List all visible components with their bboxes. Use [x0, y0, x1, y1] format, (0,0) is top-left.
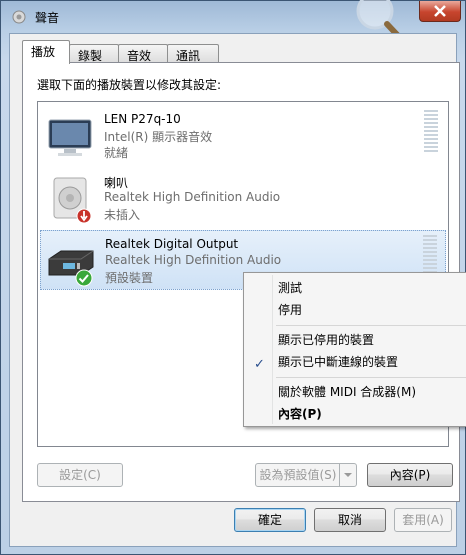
menu-separator — [276, 325, 466, 326]
set-default-label: 設為預設值(S) — [259, 468, 337, 482]
tab-sounds[interactable]: 音效 — [118, 44, 168, 63]
window-title: 聲音 — [35, 11, 60, 25]
device-name: 喇叭 — [104, 176, 129, 190]
tab-label: 播放 — [31, 45, 56, 59]
device-driver: Realtek High Definition Audio — [105, 253, 282, 267]
device-item-speaker[interactable]: 喇叭 Realtek High Definition Audio 未插入 — [40, 168, 446, 228]
default-check-icon — [75, 269, 93, 287]
menu-item-about-midi[interactable]: 關於軟體 MIDI 合成器(M) — [246, 381, 466, 403]
menu-separator — [276, 377, 466, 378]
menu-item-label: 顯示已中斷連線的裝置 — [278, 355, 399, 369]
sound-app-icon — [12, 10, 26, 24]
menu-item-disable[interactable]: 停用 — [246, 299, 466, 321]
unplugged-icon — [76, 208, 92, 224]
instruction-text: 選取下面的播放裝置以修改其設定: — [37, 78, 222, 92]
tab-label: 音效 — [127, 49, 152, 63]
menu-item-test[interactable]: 測試 — [246, 277, 466, 299]
set-default-dropdown[interactable] — [339, 464, 356, 486]
device-status: 就緒 — [104, 146, 129, 160]
menu-item-properties[interactable]: 內容(P) — [246, 403, 466, 425]
apply-button[interactable]: 套用(A) — [394, 508, 452, 532]
checkmark-icon: ✓ — [254, 357, 265, 372]
close-icon — [434, 5, 446, 17]
properties-button[interactable]: 內容(P) — [367, 463, 453, 487]
tab-label: 通訊 — [176, 49, 201, 63]
device-driver: Realtek High Definition Audio — [104, 190, 281, 204]
monitor-icon — [48, 119, 92, 156]
tab-communications[interactable]: 通訊 — [167, 44, 219, 63]
chevron-down-icon — [344, 473, 352, 477]
tab-label: 錄製 — [78, 49, 103, 63]
tab-recording[interactable]: 錄製 — [69, 44, 119, 63]
close-button[interactable] — [419, 1, 461, 22]
device-name: Realtek Digital Output — [105, 237, 239, 251]
ok-button[interactable]: 確定 — [234, 508, 306, 532]
device-item-monitor[interactable]: LEN P27q-10 Intel(R) 顯示器音效 就緒 — [40, 106, 446, 166]
set-default-button[interactable]: 設為預設值(S) — [255, 463, 357, 487]
device-status: 未插入 — [104, 208, 141, 222]
menu-item-show-disabled[interactable]: 顯示已停用的裝置 — [246, 329, 466, 351]
volume-level-meter — [424, 110, 438, 152]
device-driver: Intel(R) 顯示器音效 — [104, 130, 213, 144]
device-status: 預設裝置 — [105, 271, 154, 285]
menu-item-show-disconnected[interactable]: ✓ 顯示已中斷連線的裝置 — [246, 351, 466, 373]
tab-playback[interactable]: 播放 — [22, 40, 70, 64]
device-name: LEN P27q-10 — [104, 112, 181, 126]
configure-button[interactable]: 設定(C) — [37, 463, 123, 487]
cancel-button[interactable]: 取消 — [314, 508, 386, 532]
context-menu: 測試 停用 顯示已停用的裝置 ✓ 顯示已中斷連線的裝置 關於軟體 MIDI 合成… — [243, 272, 466, 427]
title-bar[interactable]: 聲音 — [1, 0, 465, 44]
